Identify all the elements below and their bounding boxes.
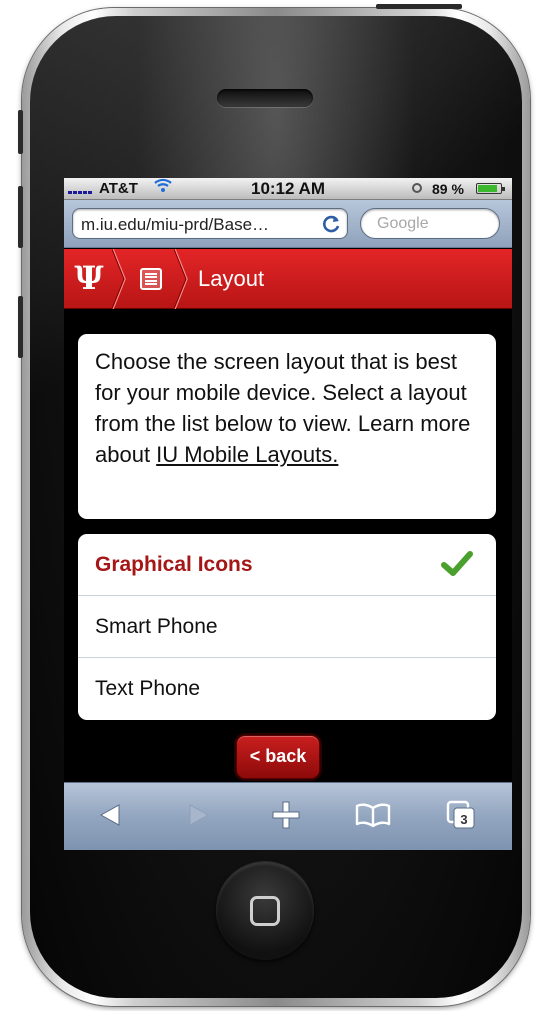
layout-option-label: Graphical Icons (95, 553, 253, 576)
layout-list: Graphical Icons Smart Phone Text Phone (78, 534, 496, 720)
url-field[interactable]: m.iu.edu/miu-prd/Base… (72, 208, 348, 239)
tab-count: 3 (460, 812, 467, 827)
pages-icon[interactable]: 3 (441, 797, 481, 833)
add-icon[interactable] (266, 797, 306, 833)
layout-option-smart-phone[interactable]: Smart Phone (78, 596, 496, 658)
home-button[interactable] (216, 862, 314, 960)
breadcrumb-separator-icon (174, 249, 188, 309)
breadcrumb-separator-icon (112, 249, 126, 309)
browser-toolbar: 3 (64, 782, 512, 850)
battery-icon (476, 183, 505, 194)
mute-switch (18, 186, 23, 248)
browser-address-bar: m.iu.edu/miu-prd/Base… Google (64, 200, 512, 248)
intro-card: Choose the screen layout that is best fo… (78, 334, 496, 519)
orientation-lock-icon (412, 183, 422, 193)
iu-mobile-layouts-link[interactable]: IU Mobile Layouts. (156, 442, 338, 467)
back-arrow-icon[interactable] (90, 797, 130, 833)
checkmark-icon (441, 551, 473, 576)
status-bar: AT&T 10:12 AM 89 % (64, 178, 512, 200)
iu-trident-logo[interactable]: Ψ (74, 261, 104, 295)
layout-option-label: Text Phone (95, 677, 201, 700)
layout-option-graphical-icons[interactable]: Graphical Icons (78, 534, 496, 596)
page-title: Layout (198, 266, 265, 291)
volume-up-button (18, 110, 23, 154)
reload-icon[interactable] (322, 214, 342, 234)
layout-option-label: Smart Phone (95, 615, 218, 638)
bookmarks-icon[interactable] (353, 797, 393, 833)
forward-arrow-icon[interactable] (179, 797, 219, 833)
list-icon[interactable] (140, 268, 162, 290)
sleep-button (376, 4, 462, 9)
volume-down-button (18, 296, 23, 358)
battery-percent: 89 % (432, 181, 464, 197)
back-button[interactable]: < back (236, 735, 320, 779)
search-field[interactable]: Google (360, 208, 500, 239)
home-square-icon (250, 896, 280, 926)
phone-screen: AT&T 10:12 AM 89 % m.iu.edu/miu-prd/Base… (64, 178, 512, 850)
iu-header-bar: Ψ Layout (64, 249, 512, 309)
layout-option-text-phone[interactable]: Text Phone (78, 658, 496, 720)
earpiece-speaker (217, 89, 313, 107)
